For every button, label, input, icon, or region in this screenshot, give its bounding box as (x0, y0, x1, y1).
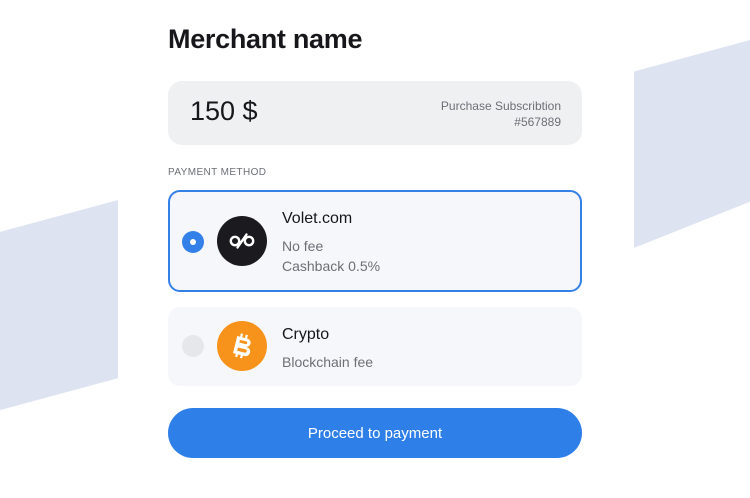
radio-selected[interactable] (182, 231, 204, 253)
method-detail-cashback: Cashback 0.5% (282, 258, 381, 274)
payment-method-heading: PAYMENT METHOD (168, 167, 267, 178)
purchase-label: Purchase Subscribtion (440, 99, 561, 113)
payment-option-crypto[interactable]: Crypto Blockchain fee (168, 307, 582, 386)
method-details: Blockchain fee (282, 352, 373, 372)
method-name: Volet.com (282, 210, 353, 227)
method-name: Crypto (282, 326, 330, 343)
order-summary-card: 150 $ Purchase Subscribtion #567889 (168, 81, 582, 145)
proceed-to-payment-button[interactable]: Proceed to payment (168, 408, 582, 458)
background-shape-right (634, 40, 750, 248)
order-details: Purchase Subscribtion #567889 (441, 98, 561, 130)
volet-logo-icon (217, 216, 267, 266)
merchant-name: Merchant name (168, 24, 363, 54)
radio-unselected[interactable] (182, 335, 204, 357)
method-details: No fee Cashback 0.5% (282, 236, 380, 276)
bitcoin-icon (217, 321, 267, 371)
method-detail-fee: No fee (282, 238, 324, 254)
payment-option-volet[interactable]: Volet.com No fee Cashback 0.5% (168, 190, 582, 292)
order-id: #567889 (514, 115, 561, 129)
order-amount: 150 $ (190, 96, 258, 126)
background-shape-left (0, 200, 118, 411)
method-detail-fee: Blockchain fee (282, 354, 374, 370)
